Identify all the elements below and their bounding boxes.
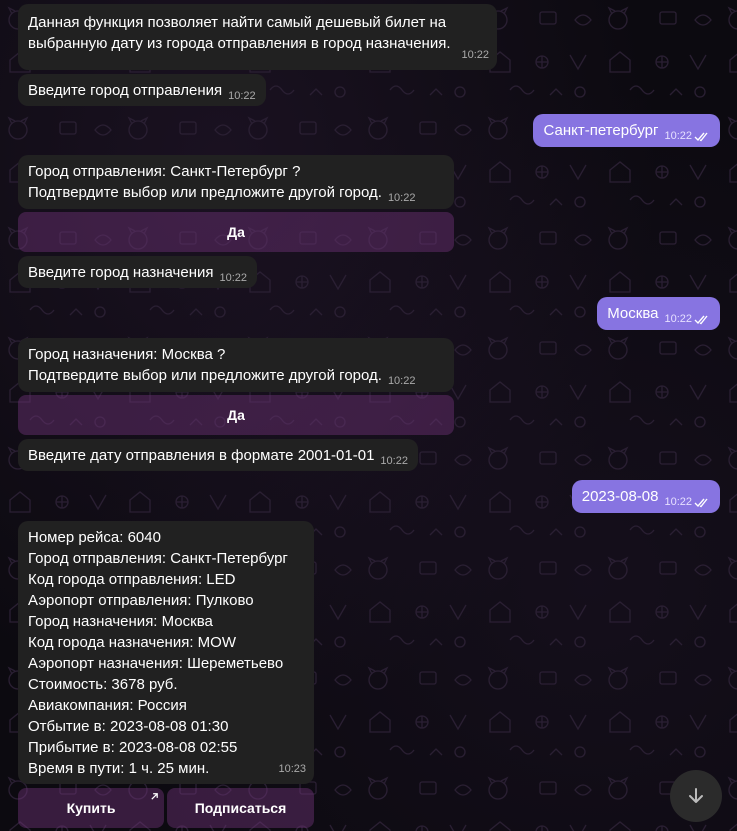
message-text: Введите город назначения <box>28 264 214 281</box>
user-message-date: 2023-08-08 10:22 <box>571 480 720 513</box>
message-meta: 10:22 <box>664 314 710 325</box>
bot-message-intro: Данная функция позволяет найти самый деш… <box>18 4 497 70</box>
message-time: 10:22 <box>387 192 416 204</box>
result-line: Стоимость: 3678 руб. <box>28 676 178 693</box>
message-time: 10:22 <box>664 130 692 142</box>
message-meta: 10:22 <box>388 193 416 204</box>
result-line: Номер рейса: 6040 <box>28 529 161 546</box>
message-text: Данная функция позволяет найти самый деш… <box>28 14 451 52</box>
result-line: Аэропорт назначения: Шереметьево <box>28 655 284 672</box>
message-time: 10:22 <box>461 49 489 61</box>
message-text: Санкт-петербург <box>543 122 659 139</box>
double-check-icon <box>694 315 708 324</box>
message-meta: 10:22 <box>388 376 416 387</box>
button-label: Купить <box>66 800 116 816</box>
button-label: Да <box>227 407 245 423</box>
message-time: 10:22 <box>664 313 692 325</box>
message-time: 10:22 <box>228 90 256 102</box>
button-label: Подписаться <box>194 800 287 816</box>
message-time: 10:23 <box>278 763 306 775</box>
message-line: Город отправления: Санкт-Петербург ? <box>28 163 301 180</box>
message-time: 10:22 <box>380 455 408 467</box>
message-line: Подтвердите выбор или предложите другой … <box>28 367 382 384</box>
chat-messages: Данная функция позволяет найти самый деш… <box>0 0 737 831</box>
message-time: 10:22 <box>387 375 416 387</box>
result-line: Отбытие в: 2023-08-08 01:30 <box>28 718 229 735</box>
result-line: Авиакомпания: Россия <box>28 697 187 714</box>
arrow-down-icon <box>689 788 703 803</box>
message-time: 10:22 <box>219 272 248 284</box>
message-text: Москва <box>607 305 659 322</box>
result-line: Прибытие в: 2023-08-08 02:55 <box>28 739 238 756</box>
button-label: Да <box>227 224 245 240</box>
message-text: Введите дату отправления в формате 2001-… <box>28 447 375 464</box>
result-line: Аэропорт отправления: Пулково <box>28 592 254 609</box>
confirm-origin-yes-button[interactable]: Да <box>18 212 454 252</box>
result-line: Код города назначения: MOW <box>28 634 237 651</box>
message-meta: 10:22 <box>380 456 408 467</box>
message-time: 10:22 <box>664 496 692 508</box>
message-line: Подтвердите выбор или предложите другой … <box>28 184 382 201</box>
message-meta: 10:22 <box>664 497 710 508</box>
double-check-icon <box>694 132 708 141</box>
bot-message-ask-dest: Введите город назначения 10:22 <box>18 256 258 288</box>
result-line: Время в пути: 1 ч. 25 мин. <box>28 760 210 777</box>
confirm-dest-yes-button[interactable]: Да <box>18 395 454 435</box>
user-message-dest: Москва 10:22 <box>597 297 720 330</box>
result-line: Город назначения: Москва <box>28 613 213 630</box>
buy-button[interactable]: Купить <box>18 788 164 828</box>
bot-message-flight-result: Номер рейса: 6040 Город отправления: Сан… <box>18 521 314 784</box>
message-line: Город назначения: Москва ? <box>28 346 226 363</box>
bot-message-ask-origin: Введите город отправления 10:22 <box>18 74 266 106</box>
result-line: Код города отправления: LED <box>28 571 236 588</box>
message-meta: 10:22 <box>664 131 710 142</box>
arrow-up-right-icon <box>151 793 158 800</box>
scroll-to-bottom-button[interactable] <box>670 770 722 822</box>
user-message-origin: Санкт-петербург 10:22 <box>533 114 720 147</box>
bot-message-ask-date: Введите дату отправления в формате 2001-… <box>18 439 418 471</box>
result-line: Город отправления: Санкт-Петербург <box>28 550 288 567</box>
message-meta: 10:22 <box>228 91 256 102</box>
bot-message-confirm-dest: Город назначения: Москва ? Подтвердите в… <box>18 338 454 392</box>
double-check-icon <box>694 498 708 507</box>
message-meta: 10:22 <box>220 273 248 284</box>
message-text: 2023-08-08 <box>581 488 659 505</box>
subscribe-button[interactable]: Подписаться <box>167 788 314 828</box>
bot-message-confirm-origin: Город отправления: Санкт-Петербург ? Под… <box>18 155 454 209</box>
message-text: Введите город отправления <box>28 82 223 99</box>
